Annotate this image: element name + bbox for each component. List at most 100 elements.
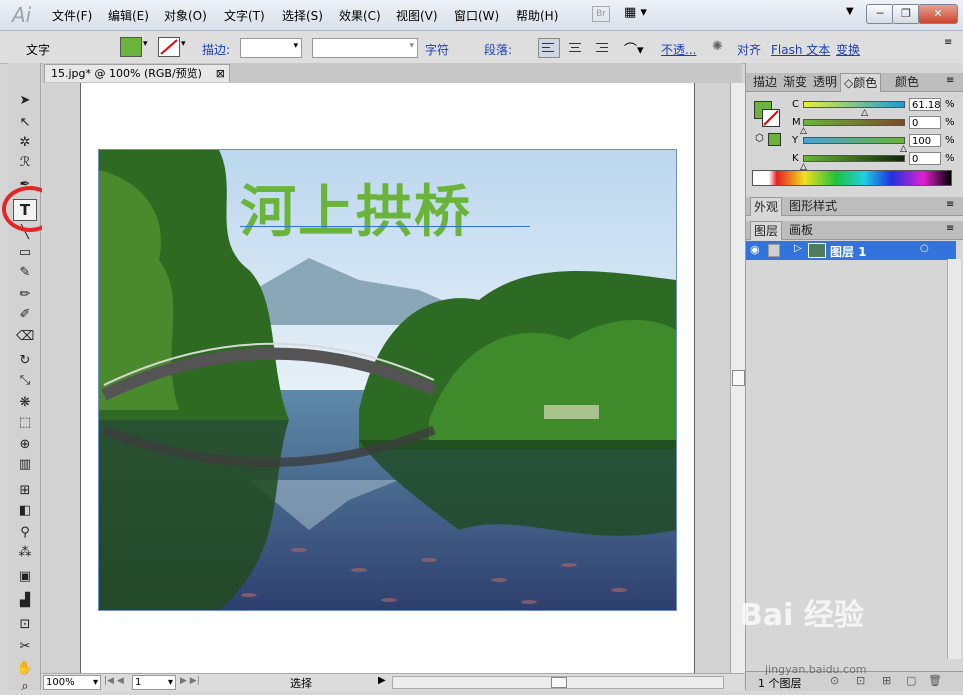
tab-graphic-styles[interactable]: 图形样式 [786, 197, 840, 215]
menu-view[interactable]: 视图(V) [396, 7, 438, 24]
zoom-field[interactable]: 100% ▾ [43, 675, 101, 690]
lock-toggle[interactable] [768, 244, 780, 257]
new-sublayer-icon[interactable]: ⊞ [882, 674, 891, 687]
eraser-tool-icon[interactable]: ⌫ [16, 329, 34, 345]
perspective-grid-tool-icon[interactable]: ▥ [16, 457, 34, 473]
layer-row[interactable]: ◉ ▷ 图层 1 ○ [746, 241, 956, 260]
warp-tool-icon[interactable]: ❋ [16, 395, 34, 411]
document-tab[interactable]: 15.jpg* @ 100% (RGB/预览) ⊠ [44, 64, 230, 82]
zoom-tool-icon[interactable]: ⌕ [16, 679, 34, 695]
transform-link[interactable]: 变换 [836, 41, 860, 58]
arrange-documents-icon[interactable]: ▦ ▾ [624, 5, 654, 21]
rectangle-tool-icon[interactable]: ▭ [16, 245, 34, 261]
paintbrush-tool-icon[interactable]: ✎ [16, 265, 34, 281]
appearance-panel-menu-icon[interactable]: ≡ [946, 199, 954, 210]
vertical-scrollbar[interactable] [730, 83, 745, 673]
visibility-eye-icon[interactable]: ◉ [750, 243, 760, 256]
yellow-value[interactable]: 100 [909, 134, 941, 147]
magenta-slider[interactable] [803, 119, 905, 126]
align-center-button[interactable] [564, 38, 586, 58]
tab-color[interactable]: ◇颜色 [840, 73, 882, 92]
tab-gradient[interactable]: 渐变 [780, 73, 810, 91]
menu-type[interactable]: 文字(T) [224, 7, 265, 24]
close-button[interactable]: ✕ [918, 4, 958, 24]
recolor-icon[interactable]: ✺ [712, 39, 723, 54]
minimize-button[interactable]: ─ [866, 4, 894, 24]
next-page-icon[interactable]: ▶ ▶| [180, 676, 200, 686]
magenta-value[interactable]: 0 [909, 116, 941, 129]
bridge-button[interactable]: Br [592, 6, 610, 22]
menu-edit[interactable]: 编辑(E) [108, 7, 149, 24]
control-panel-menu-icon[interactable]: ≡ [944, 37, 952, 48]
stroke-color-swatch[interactable] [158, 37, 180, 57]
menu-window[interactable]: 窗口(W) [454, 7, 499, 24]
yellow-slider[interactable] [803, 137, 905, 144]
lasso-tool-icon[interactable]: ℛ [16, 155, 34, 171]
restore-button[interactable]: ❐ [892, 4, 920, 24]
tab-artboards[interactable]: 画板 [786, 221, 816, 239]
close-tab-icon[interactable]: ⊠ [216, 65, 225, 83]
page-field[interactable]: 1 ▾ [132, 675, 176, 690]
cyan-slider-thumb[interactable]: △ [861, 108, 868, 118]
vertical-scroll-thumb[interactable] [732, 370, 745, 386]
align-left-button[interactable] [538, 38, 560, 58]
stroke-label[interactable]: 描边: [202, 41, 230, 58]
layer-target-icon[interactable]: ○ [920, 243, 929, 254]
horizontal-scrollbar[interactable] [392, 676, 724, 689]
cyan-slider[interactable] [803, 101, 905, 108]
fill-dropdown-icon[interactable]: ▾ [143, 39, 148, 49]
character-link[interactable]: 字符 [425, 41, 449, 58]
layers-scrollbar[interactable] [947, 259, 961, 659]
first-page-icon[interactable]: |◀ ◀ [104, 676, 124, 686]
scale-tool-icon[interactable]: ⤡ [16, 373, 34, 389]
align-right-button[interactable] [590, 38, 612, 58]
new-layer-icon[interactable]: ▢ [906, 674, 916, 687]
horizontal-scroll-thumb[interactable] [551, 677, 567, 688]
paragraph-link[interactable]: 段落: [484, 41, 512, 58]
shape-builder-tool-icon[interactable]: ⊕ [16, 437, 34, 453]
slice-tool-icon[interactable]: ✂ [16, 639, 34, 655]
yellow-slider-thumb[interactable]: △ [900, 144, 907, 154]
layers-panel-menu-icon[interactable]: ≡ [946, 223, 954, 234]
status-menu-icon[interactable]: ▶ [378, 675, 386, 686]
fill-color-swatch[interactable] [120, 37, 142, 57]
black-slider[interactable] [803, 155, 905, 162]
color-spectrum-bar[interactable] [752, 170, 952, 186]
blend-tool-icon[interactable]: ⁂ [16, 545, 34, 561]
workspace-dropdown-icon[interactable]: ▼ [846, 6, 854, 17]
direct-selection-tool-icon[interactable]: ↖ [16, 115, 34, 131]
rotate-tool-icon[interactable]: ↻ [16, 353, 34, 369]
symbol-sprayer-tool-icon[interactable]: ▣ [16, 569, 34, 585]
blob-brush-tool-icon[interactable]: ✐ [16, 307, 34, 323]
color-panel-menu-icon[interactable]: ≡ [946, 75, 954, 86]
black-value[interactable]: 0 [909, 152, 941, 165]
font-family-field[interactable]: ▾ [312, 38, 418, 58]
pencil-tool-icon[interactable]: ✏ [16, 287, 34, 303]
opacity-link[interactable]: 不透... [661, 41, 696, 58]
tab-color-guide[interactable]: 颜色 [892, 73, 922, 91]
hand-tool-icon[interactable]: ✋ [16, 661, 34, 677]
menu-object[interactable]: 对象(O) [164, 7, 207, 24]
expand-arrow-icon[interactable]: ▷ [794, 243, 802, 254]
align-link[interactable]: 对齐 [737, 41, 761, 58]
mesh-tool-icon[interactable]: ⊞ [16, 483, 34, 499]
tab-transparency[interactable]: 透明 [810, 73, 840, 91]
menu-effect[interactable]: 效果(C) [339, 7, 381, 24]
artwork-heading[interactable]: 河上拱桥 [240, 167, 472, 248]
gamut-color-swatch[interactable] [768, 133, 781, 146]
stroke-weight-field[interactable]: ▾ [240, 38, 302, 58]
status-mode[interactable]: 选择 [290, 675, 312, 691]
tab-appearance[interactable]: 外观 [750, 197, 783, 216]
magic-wand-tool-icon[interactable]: ✲ [16, 135, 34, 151]
column-graph-tool-icon[interactable]: ▟ [16, 593, 34, 609]
free-transform-tool-icon[interactable]: ⬚ [16, 415, 34, 431]
cyan-value[interactable]: 61.18 [909, 98, 941, 111]
selection-tool-icon[interactable]: ➤ [16, 93, 34, 109]
envelope-icon[interactable]: ⌒▾ [624, 39, 644, 58]
flash-text-link[interactable]: Flash 文本 [771, 41, 830, 58]
layer-name[interactable]: 图层 1 [830, 243, 867, 260]
stroke-dropdown-icon[interactable]: ▾ [181, 39, 186, 49]
menu-help[interactable]: 帮助(H) [516, 7, 558, 24]
gradient-tool-icon[interactable]: ◧ [16, 503, 34, 519]
tab-layers[interactable]: 图层 [750, 221, 783, 240]
